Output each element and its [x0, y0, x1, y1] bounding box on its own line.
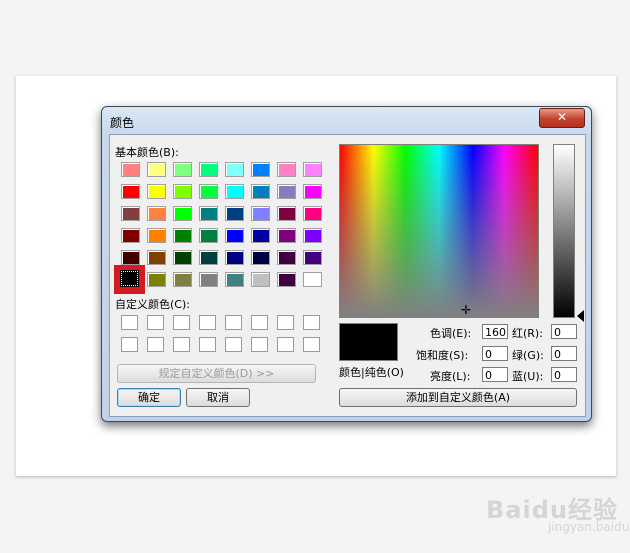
dialog-title: 颜色 [110, 116, 135, 130]
custom-color-slot[interactable] [121, 337, 138, 352]
luminance-slider[interactable] [553, 144, 575, 318]
basic-color-swatch[interactable] [251, 184, 270, 199]
basic-color-swatch[interactable] [199, 250, 218, 265]
basic-color-swatch[interactable] [121, 228, 140, 243]
red-input[interactable]: 0 [551, 324, 577, 339]
basic-color-swatch[interactable] [147, 184, 166, 199]
basic-color-swatch[interactable] [121, 250, 140, 265]
basic-color-swatch[interactable] [121, 184, 140, 199]
basic-color-swatch[interactable] [199, 206, 218, 221]
custom-color-slot[interactable] [199, 337, 216, 352]
basic-color-swatch[interactable] [225, 184, 244, 199]
basic-color-swatch[interactable] [251, 250, 270, 265]
basic-color-swatch[interactable] [277, 162, 296, 177]
blue-label: 蓝(U): [512, 370, 544, 383]
basic-color-swatch[interactable] [173, 228, 192, 243]
basic-color-swatch[interactable] [147, 206, 166, 221]
crosshair-icon: ✛ [461, 303, 472, 317]
basic-color-swatch[interactable] [277, 228, 296, 243]
sat-label: 饱和度(S): [416, 349, 469, 362]
basic-color-swatch[interactable] [277, 250, 296, 265]
basic-color-swatch[interactable] [251, 206, 270, 221]
basic-color-swatch[interactable] [121, 162, 140, 177]
basic-color-swatch[interactable] [147, 272, 166, 287]
basic-color-swatch[interactable] [251, 228, 270, 243]
selected-color-swatch[interactable] [114, 265, 145, 294]
close-button[interactable]: ✕ [539, 108, 585, 128]
basic-color-swatch[interactable] [303, 206, 322, 221]
add-custom-color-button[interactable]: 添加到自定义颜色(A) [339, 388, 577, 407]
color-dialog: 颜色 ✕ 基本颜色(B): 自定义颜色(C): 规定自定义颜色(D) >> 确定… [101, 106, 592, 422]
green-label: 绿(G): [512, 349, 544, 362]
custom-color-slot[interactable] [251, 337, 268, 352]
custom-color-slot[interactable] [277, 337, 294, 352]
blue-input[interactable]: 0 [551, 367, 577, 382]
basic-color-swatch[interactable] [173, 206, 192, 221]
basic-color-swatch[interactable] [173, 272, 192, 287]
sat-input[interactable]: 0 [482, 346, 508, 361]
basic-color-swatch[interactable] [303, 162, 322, 177]
basic-color-swatch[interactable] [225, 162, 244, 177]
dialog-client-area: 基本颜色(B): 自定义颜色(C): 规定自定义颜色(D) >> 确定 取消 ✛… [109, 134, 586, 417]
basic-color-swatch[interactable] [277, 206, 296, 221]
basic-color-swatch[interactable] [225, 228, 244, 243]
basic-color-swatch[interactable] [251, 272, 270, 287]
custom-color-slot[interactable] [225, 315, 242, 330]
custom-color-slot[interactable] [173, 337, 190, 352]
basic-color-swatch[interactable] [225, 206, 244, 221]
custom-color-slot[interactable] [251, 315, 268, 330]
basic-color-swatch[interactable] [147, 250, 166, 265]
basic-colors-label: 基本颜色(B): [115, 146, 179, 159]
basic-color-swatch[interactable] [303, 184, 322, 199]
basic-color-swatch[interactable] [173, 184, 192, 199]
color-preview [339, 323, 398, 361]
basic-color-swatch[interactable] [199, 162, 218, 177]
custom-color-slot[interactable] [303, 315, 320, 330]
basic-color-swatch[interactable] [199, 228, 218, 243]
basic-color-swatch[interactable] [225, 250, 244, 265]
basic-color-swatch[interactable] [199, 272, 218, 287]
custom-color-slot[interactable] [121, 315, 138, 330]
basic-color-swatch[interactable] [251, 162, 270, 177]
basic-color-swatch[interactable] [173, 162, 192, 177]
green-input[interactable]: 0 [551, 346, 577, 361]
hue-input[interactable]: 160 [482, 324, 508, 339]
color-solid-label: 颜色|纯色(O) [339, 366, 404, 379]
custom-color-slot[interactable] [303, 337, 320, 352]
basic-color-swatch[interactable] [303, 250, 322, 265]
basic-color-swatch[interactable] [199, 184, 218, 199]
lum-label: 亮度(L): [430, 370, 471, 383]
lum-input[interactable]: 0 [482, 367, 508, 382]
ok-button[interactable]: 确定 [117, 388, 181, 407]
color-spectrum[interactable]: ✛ [339, 144, 539, 318]
basic-color-swatch[interactable] [173, 250, 192, 265]
custom-color-slot[interactable] [147, 337, 164, 352]
selected-color-swatch-fill [120, 270, 139, 287]
basic-color-swatch[interactable] [147, 228, 166, 243]
basic-color-swatch[interactable] [277, 272, 296, 287]
red-label: 红(R): [512, 327, 543, 340]
define-custom-colors-button[interactable]: 规定自定义颜色(D) >> [117, 364, 316, 383]
basic-color-swatch[interactable] [225, 272, 244, 287]
cancel-button[interactable]: 取消 [186, 388, 250, 407]
basic-color-swatch[interactable] [121, 206, 140, 221]
basic-color-swatch[interactable] [147, 162, 166, 177]
luminance-arrow-icon[interactable] [577, 310, 584, 322]
basic-color-swatch[interactable] [277, 184, 296, 199]
hue-label: 色调(E): [430, 327, 472, 340]
custom-color-slot[interactable] [147, 315, 164, 330]
custom-color-slot[interactable] [199, 315, 216, 330]
basic-color-swatch[interactable] [303, 272, 322, 287]
custom-color-slot[interactable] [225, 337, 242, 352]
baidu-watermark-url: jingyan.baidu.com [548, 520, 630, 534]
custom-color-slot[interactable] [173, 315, 190, 330]
custom-color-slot[interactable] [277, 315, 294, 330]
basic-color-swatch[interactable] [303, 228, 322, 243]
custom-colors-label: 自定义颜色(C): [115, 298, 190, 311]
